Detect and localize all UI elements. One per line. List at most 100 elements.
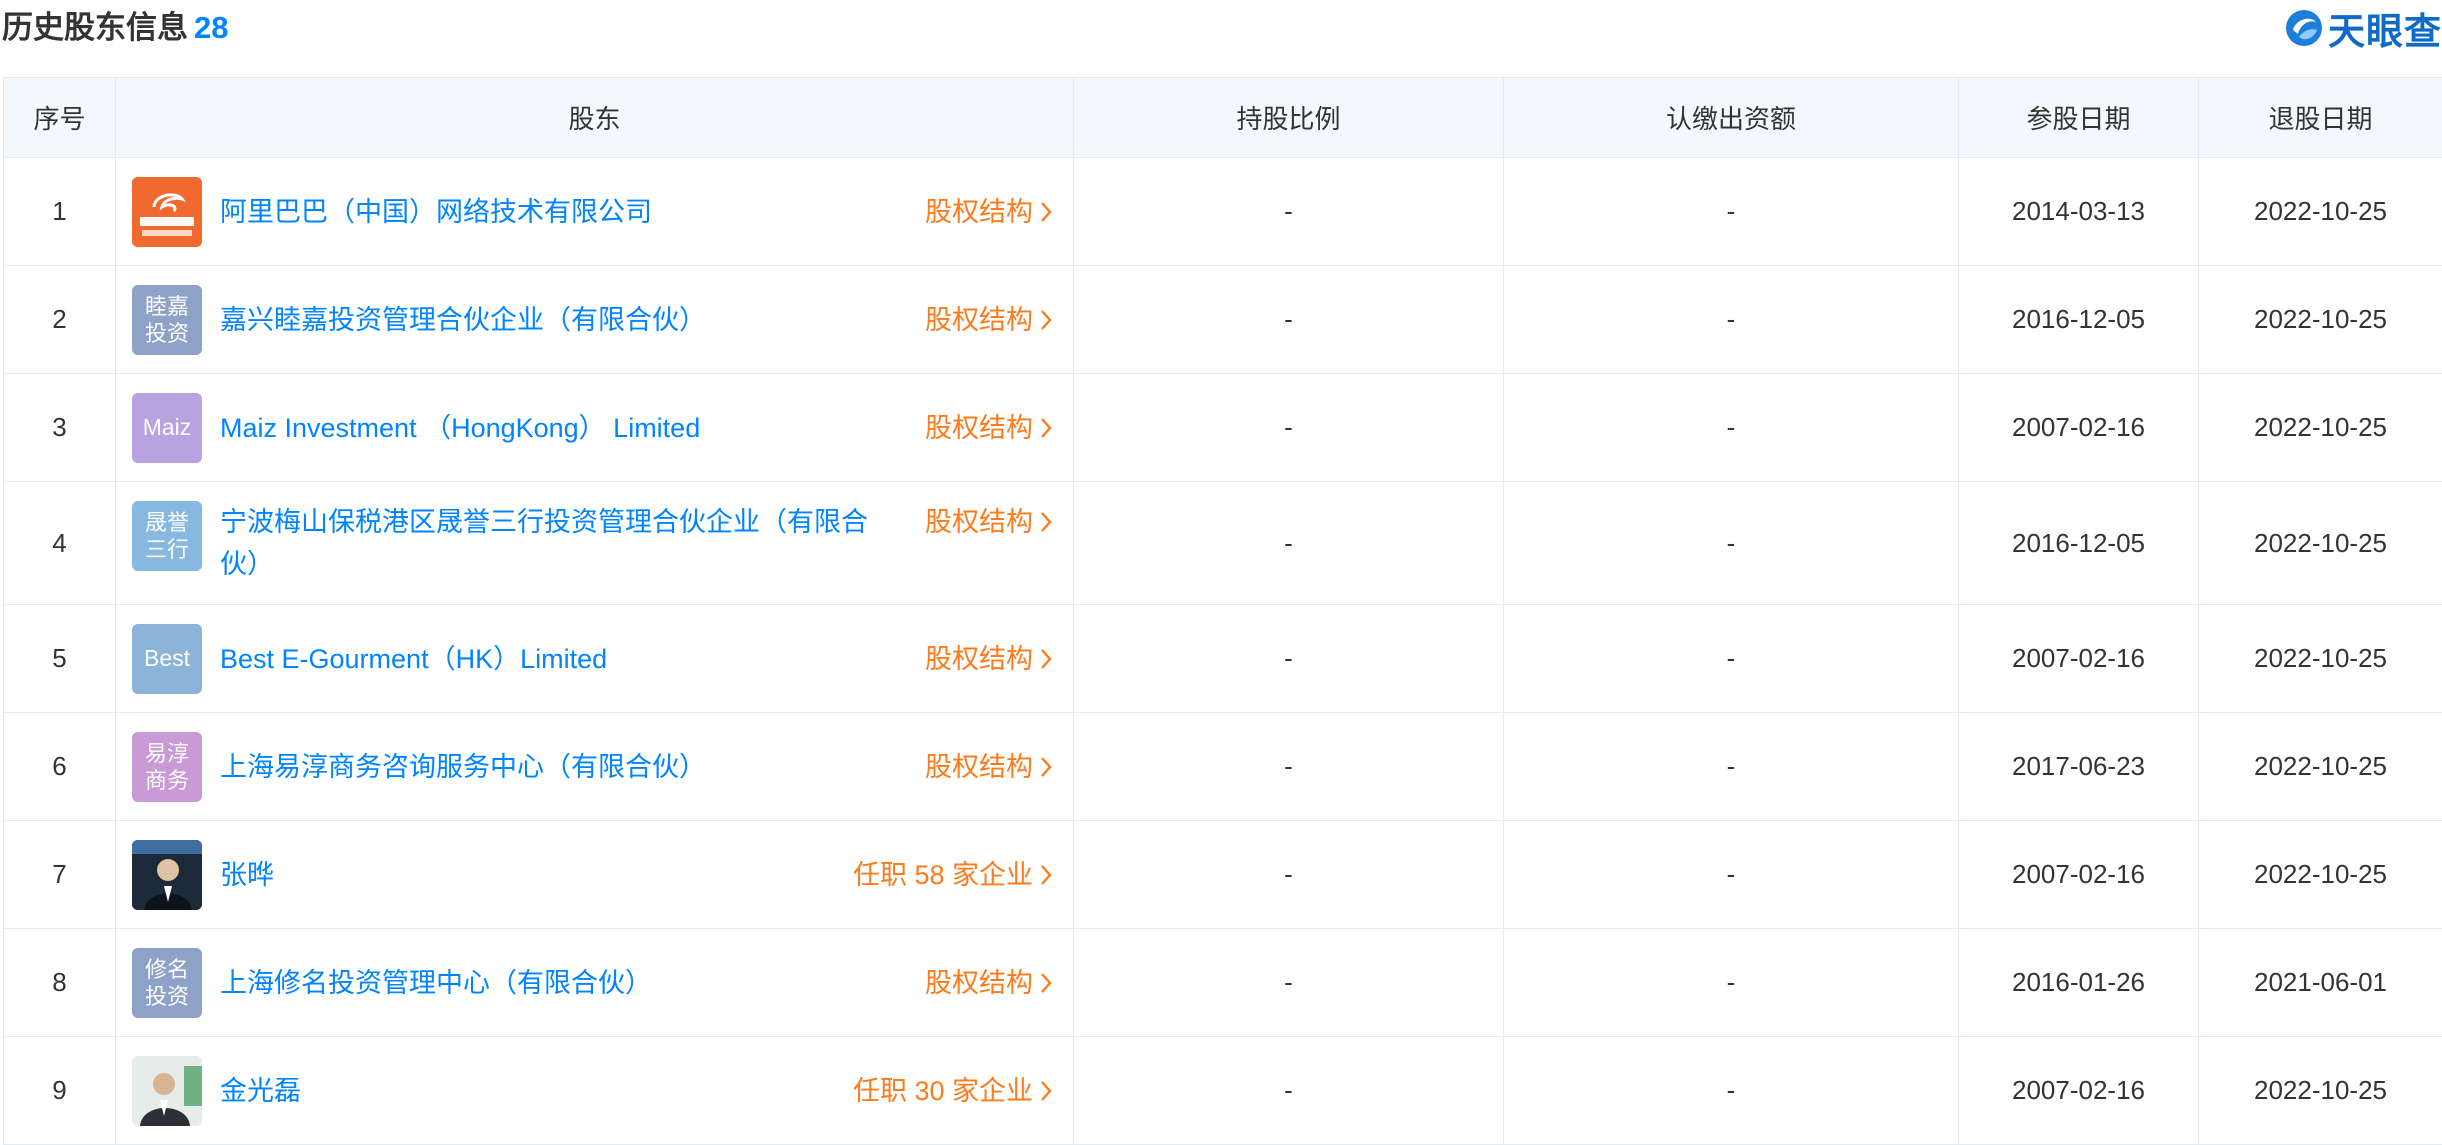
end-date: 2021-06-01: [2199, 929, 2442, 1037]
end-date: 2022-10-25: [2199, 374, 2442, 482]
holding-ratio: -: [1074, 713, 1504, 821]
shareholder-name-link[interactable]: Best E-Gourment（HK）Limited: [220, 638, 907, 680]
subscribed-capital: -: [1504, 482, 1959, 605]
shareholder-name-link[interactable]: 张晔: [220, 854, 835, 896]
subscribed-capital: -: [1504, 158, 1959, 266]
table-row: 4 晟誉三行 宁波梅山保税港区晟誉三行投资管理合伙企业（有限合伙） 股权结构 -…: [4, 482, 2442, 605]
chevron-right-icon: [1039, 863, 1053, 887]
end-date: 2022-10-25: [2199, 482, 2442, 605]
col-header-capital: 认缴出资额: [1504, 78, 1959, 158]
shareholder-logo[interactable]: 易淳商务: [132, 732, 202, 802]
end-date: 2022-10-25: [2199, 1037, 2442, 1145]
chevron-right-icon: [1039, 200, 1053, 224]
equity-structure-link[interactable]: 任职 58 家企业: [853, 854, 1053, 896]
table-row: 2 睦嘉投资 嘉兴睦嘉投资管理合伙企业（有限合伙） 股权结构 - - 2016-…: [4, 266, 2442, 374]
holding-ratio: -: [1074, 374, 1504, 482]
subscribed-capital: -: [1504, 929, 1959, 1037]
table-header-row: 序号 股东 持股比例 认缴出资额 参股日期 退股日期: [4, 78, 2442, 158]
shareholder-logo[interactable]: [132, 177, 202, 247]
row-index: 5: [4, 605, 116, 713]
table-row: 5 Best Best E-Gourment（HK）Limited 股权结构 -…: [4, 605, 2442, 713]
equity-structure-link[interactable]: 股权结构: [925, 746, 1053, 788]
row-index: 1: [4, 158, 116, 266]
start-date: 2007-02-16: [1959, 605, 2199, 713]
shareholder-cell: Best Best E-Gourment（HK）Limited 股权结构: [116, 605, 1074, 713]
equity-structure-link[interactable]: 股权结构: [925, 638, 1053, 680]
chevron-right-icon: [1039, 647, 1053, 671]
col-header-start-date: 参股日期: [1959, 78, 2199, 158]
alibaba-logo-icon: [132, 177, 202, 247]
holding-ratio: -: [1074, 266, 1504, 374]
holding-ratio: -: [1074, 1037, 1504, 1145]
row-index: 8: [4, 929, 116, 1037]
chevron-right-icon: [1039, 755, 1053, 779]
table-row: 1 阿里巴巴（中国）网络技术有限公司 股权结构 - - 2014-03-13 2…: [4, 158, 2442, 266]
shareholder-logo[interactable]: [132, 840, 202, 910]
table-row: 8 修名投资 上海修名投资管理中心（有限合伙） 股权结构 - - 2016-01…: [4, 929, 2442, 1037]
row-index: 7: [4, 821, 116, 929]
subscribed-capital: -: [1504, 266, 1959, 374]
equity-structure-link[interactable]: 股权结构: [925, 962, 1053, 1004]
shareholder-cell: 睦嘉投资 嘉兴睦嘉投资管理合伙企业（有限合伙） 股权结构: [116, 266, 1074, 374]
end-date: 2022-10-25: [2199, 158, 2442, 266]
table-row: 7 张晔 任职 58 家企业 - - 2007-02-16 2022-10-25: [4, 821, 2442, 929]
shareholder-table: 序号 股东 持股比例 认缴出资额 参股日期 退股日期 1 阿里巴巴（中国）网络技…: [3, 77, 2442, 1145]
start-date: 2007-02-16: [1959, 1037, 2199, 1145]
brand-name: 天眼查: [2328, 1, 2442, 55]
shareholder-name-link[interactable]: 宁波梅山保税港区晟誉三行投资管理合伙企业（有限合伙）: [220, 501, 907, 585]
title-text: 历史股东信息: [2, 10, 188, 45]
chevron-right-icon: [1039, 510, 1053, 534]
end-date: 2022-10-25: [2199, 605, 2442, 713]
equity-structure-link[interactable]: 任职 30 家企业: [853, 1070, 1053, 1112]
shareholder-cell: 金光磊 任职 30 家企业: [116, 1037, 1074, 1145]
row-index: 3: [4, 374, 116, 482]
shareholder-logo[interactable]: 睦嘉投资: [132, 285, 202, 355]
start-date: 2016-12-05: [1959, 482, 2199, 605]
holding-ratio: -: [1074, 929, 1504, 1037]
shareholder-cell: Maiz Maiz Investment （HongKong） Limited …: [116, 374, 1074, 482]
shareholder-cell: 张晔 任职 58 家企业: [116, 821, 1074, 929]
shareholder-name-link[interactable]: 上海易淳商务咨询服务中心（有限合伙）: [220, 746, 907, 788]
subscribed-capital: -: [1504, 605, 1959, 713]
equity-structure-link[interactable]: 股权结构: [925, 407, 1053, 449]
holding-ratio: -: [1074, 482, 1504, 605]
shareholder-name-link[interactable]: 嘉兴睦嘉投资管理合伙企业（有限合伙）: [220, 299, 907, 341]
subscribed-capital: -: [1504, 1037, 1959, 1145]
table-row: 3 Maiz Maiz Investment （HongKong） Limite…: [4, 374, 2442, 482]
shareholder-logo[interactable]: Maiz: [132, 393, 202, 463]
shareholder-logo[interactable]: [132, 1056, 202, 1126]
chevron-right-icon: [1039, 308, 1053, 332]
shareholder-name-link[interactable]: 阿里巴巴（中国）网络技术有限公司: [220, 191, 907, 233]
equity-structure-link[interactable]: 股权结构: [925, 299, 1053, 341]
shareholder-logo[interactable]: Best: [132, 624, 202, 694]
subscribed-capital: -: [1504, 713, 1959, 821]
shareholder-cell: 易淳商务 上海易淳商务咨询服务中心（有限合伙） 股权结构: [116, 713, 1074, 821]
row-index: 6: [4, 713, 116, 821]
row-index: 9: [4, 1037, 116, 1145]
chevron-right-icon: [1039, 1079, 1053, 1103]
brand-logo[interactable]: 天眼查: [2284, 6, 2442, 50]
shareholder-cell: 晟誉三行 宁波梅山保税港区晟誉三行投资管理合伙企业（有限合伙） 股权结构: [116, 482, 1074, 605]
row-index: 4: [4, 482, 116, 605]
shareholder-name-link[interactable]: Maiz Investment （HongKong） Limited: [220, 407, 907, 449]
start-date: 2016-01-26: [1959, 929, 2199, 1037]
record-count: 28: [194, 10, 228, 45]
shareholder-cell: 阿里巴巴（中国）网络技术有限公司 股权结构: [116, 158, 1074, 266]
shareholder-logo[interactable]: 修名投资: [132, 948, 202, 1018]
holding-ratio: -: [1074, 158, 1504, 266]
table-row: 9 金光磊 任职 30 家企业 - - 2007-02-16 2022-10-2…: [4, 1037, 2442, 1145]
shareholder-name-link[interactable]: 金光磊: [220, 1070, 835, 1112]
end-date: 2022-10-25: [2199, 821, 2442, 929]
equity-structure-link[interactable]: 股权结构: [925, 501, 1053, 543]
holding-ratio: -: [1074, 821, 1504, 929]
shareholder-name-link[interactable]: 上海修名投资管理中心（有限合伙）: [220, 962, 907, 1004]
start-date: 2017-06-23: [1959, 713, 2199, 821]
start-date: 2016-12-05: [1959, 266, 2199, 374]
person-avatar-icon: [132, 1056, 202, 1126]
col-header-ratio: 持股比例: [1074, 78, 1504, 158]
row-index: 2: [4, 266, 116, 374]
equity-structure-link[interactable]: 股权结构: [925, 191, 1053, 233]
shareholder-logo[interactable]: 晟誉三行: [132, 501, 202, 571]
page-title: 历史股东信息28: [2, 8, 228, 48]
chevron-right-icon: [1039, 416, 1053, 440]
